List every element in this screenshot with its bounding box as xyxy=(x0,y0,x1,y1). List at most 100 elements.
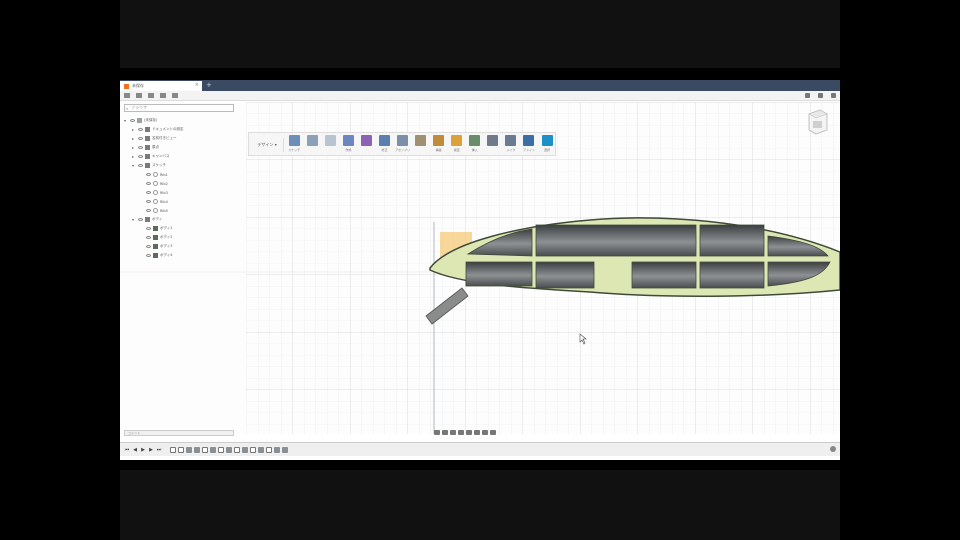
timeline-feature-icon[interactable] xyxy=(194,446,200,453)
browser-node[interactable]: Rib3 xyxy=(124,188,244,197)
browser-node[interactable]: ▸ ドキュメントの設定 xyxy=(124,125,244,134)
timeline-sketch-feature-icon[interactable] xyxy=(170,446,176,453)
toolbar-tool-button[interactable]: 作成 xyxy=(340,133,356,155)
visibility-eye-icon[interactable] xyxy=(138,218,143,221)
browser-node[interactable]: ▸ 名前付きビュー xyxy=(124,134,244,143)
browser-node[interactable]: Rib5 xyxy=(124,206,244,215)
visibility-eye-icon[interactable] xyxy=(146,182,151,185)
timeline-playback-button[interactable]: ⏭ xyxy=(156,447,162,453)
timeline-playback-button[interactable]: ▶ xyxy=(148,447,154,453)
grid-settings-icon[interactable] xyxy=(482,429,488,435)
toolbar-tool-button[interactable] xyxy=(304,133,320,155)
browser-node[interactable]: ボディ2 xyxy=(124,233,244,242)
timeline-playback-button[interactable]: ▶ xyxy=(140,447,146,453)
browser-node[interactable]: ボディ4 xyxy=(124,251,244,260)
toolbar-tool-button[interactable]: アドイン xyxy=(521,133,537,155)
timeline-sketch-feature-icon[interactable] xyxy=(178,446,184,453)
visibility-eye-icon[interactable] xyxy=(138,164,143,167)
close-tab-icon[interactable]: × xyxy=(195,82,199,88)
browser-node[interactable]: ▸ キャンバス xyxy=(124,152,244,161)
browser-node[interactable]: ▸ 原点 xyxy=(124,143,244,152)
account-icon[interactable] xyxy=(831,93,836,98)
expand-arrow-icon[interactable]: ▾ xyxy=(132,163,136,168)
viewports-icon[interactable] xyxy=(490,429,496,435)
timeline-sketch-feature-icon[interactable] xyxy=(218,446,224,453)
timeline-playback-button[interactable]: ◀ xyxy=(132,447,138,453)
toolbar-tool-button[interactable]: アセンブリ xyxy=(395,133,411,155)
timeline-sketch-feature-icon[interactable] xyxy=(202,446,208,453)
visibility-eye-icon[interactable] xyxy=(146,173,151,176)
timeline-feature-icon[interactable] xyxy=(226,446,232,453)
browser-node[interactable]: ボディ1 xyxy=(124,224,244,233)
file-menu-icon[interactable] xyxy=(136,93,142,98)
toolbar-tool-button[interactable]: スケッチ xyxy=(286,133,302,155)
redo-icon[interactable] xyxy=(172,93,178,98)
orbit-icon[interactable] xyxy=(434,429,440,435)
document-tab[interactable]: 未保存 × xyxy=(120,81,202,91)
browser-node[interactable]: Rib2 xyxy=(124,179,244,188)
undo-icon[interactable] xyxy=(160,93,166,98)
workspace-switcher[interactable]: デザイン ▾ xyxy=(251,138,285,152)
browser-node[interactable]: ▾ スケッチ xyxy=(124,161,244,170)
toolbar-tool-button[interactable] xyxy=(485,133,501,155)
toolbar-tool-button[interactable]: 検査 xyxy=(449,133,465,155)
toolbar-tool-button[interactable]: 修正 xyxy=(376,133,392,155)
browser-search-input[interactable]: ⌕ ブラウザ xyxy=(124,104,234,112)
visibility-eye-icon[interactable] xyxy=(146,209,151,212)
expand-arrow-icon[interactable]: ▸ xyxy=(132,127,136,132)
toolbar-tool-button[interactable] xyxy=(413,133,429,155)
timeline-feature-icon[interactable] xyxy=(242,446,248,453)
look-at-icon[interactable] xyxy=(442,429,448,435)
quick-access-right xyxy=(805,93,836,98)
display-settings-icon[interactable] xyxy=(474,429,480,435)
grid-menu-icon[interactable] xyxy=(124,93,130,98)
visibility-eye-icon[interactable] xyxy=(146,254,151,257)
visibility-eye-icon[interactable] xyxy=(138,128,143,131)
toolbar-tool-button[interactable]: 選択 xyxy=(539,133,555,155)
timeline-feature-icon[interactable] xyxy=(186,446,192,453)
toolbar-tool-button[interactable]: 挿入 xyxy=(467,133,483,155)
visibility-eye-icon[interactable] xyxy=(146,236,151,239)
visibility-eye-icon[interactable] xyxy=(138,146,143,149)
expand-arrow-icon[interactable]: ▾ xyxy=(132,217,136,222)
visibility-eye-icon[interactable] xyxy=(130,119,135,122)
fit-icon[interactable] xyxy=(466,429,472,435)
visibility-eye-icon[interactable] xyxy=(146,227,151,230)
timeline-feature-icon[interactable] xyxy=(282,446,288,453)
timeline-settings-gear-icon[interactable] xyxy=(830,446,836,452)
expand-arrow-icon[interactable]: ▾ xyxy=(124,118,128,123)
expand-arrow-icon[interactable]: ▸ xyxy=(132,136,136,141)
browser-node[interactable]: ▾ ボディ xyxy=(124,215,244,224)
browser-node[interactable]: Rib1 xyxy=(124,170,244,179)
comments-panel[interactable]: コメント xyxy=(124,430,234,436)
expand-arrow-icon[interactable]: ▸ xyxy=(132,145,136,150)
timeline-feature-icon[interactable] xyxy=(274,446,280,453)
browser-node[interactable]: ボディ3 xyxy=(124,242,244,251)
visibility-eye-icon[interactable] xyxy=(138,155,143,158)
visibility-eye-icon[interactable] xyxy=(146,245,151,248)
visibility-eye-icon[interactable] xyxy=(138,137,143,140)
toolbar-tool-button[interactable]: メイク xyxy=(503,133,519,155)
zoom-icon[interactable] xyxy=(458,429,464,435)
notification-icon[interactable] xyxy=(805,93,810,98)
toolbar-tool-button[interactable] xyxy=(322,133,338,155)
visibility-eye-icon[interactable] xyxy=(146,191,151,194)
browser-node[interactable]: ▾ (未保存) xyxy=(124,116,244,125)
new-tab-icon[interactable]: + xyxy=(206,81,212,89)
timeline-sketch-feature-icon[interactable] xyxy=(266,446,272,453)
help-icon[interactable] xyxy=(818,93,823,98)
toolbar-tool-button[interactable]: 構築 xyxy=(431,133,447,155)
timeline-feature-icon[interactable] xyxy=(210,446,216,453)
browser-node[interactable]: Rib4 xyxy=(124,197,244,206)
viewcube-icon[interactable] xyxy=(806,108,830,136)
toolbar-tool-button[interactable] xyxy=(358,133,374,155)
timeline-playback-button[interactable]: ⏮ xyxy=(124,447,130,453)
timeline-feature-icon[interactable] xyxy=(258,446,264,453)
timeline-sketch-feature-icon[interactable] xyxy=(250,446,256,453)
visibility-eye-icon[interactable] xyxy=(146,200,151,203)
timeline-sketch-feature-icon[interactable] xyxy=(234,446,240,453)
save-icon[interactable] xyxy=(148,93,154,98)
rib-pocket xyxy=(699,261,765,289)
pan-icon[interactable] xyxy=(450,429,456,435)
expand-arrow-icon[interactable]: ▸ xyxy=(132,154,136,159)
